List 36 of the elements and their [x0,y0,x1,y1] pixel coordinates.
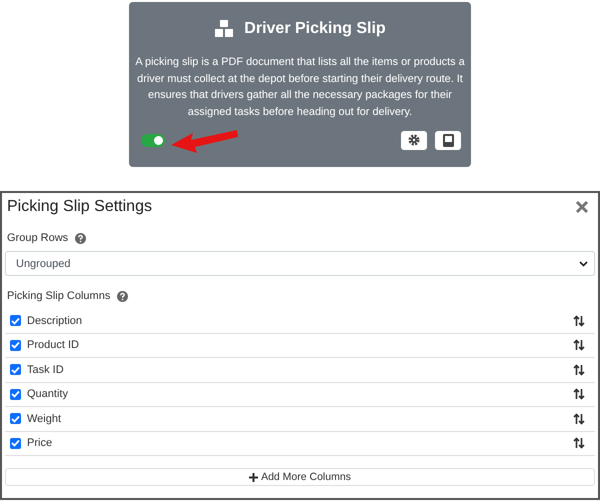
column-label: Price [27,437,54,450]
plus-icon [249,472,258,482]
toggle-switch[interactable] [141,134,165,146]
card-title: Driver Picking Slip [244,20,386,38]
help-icon [75,232,86,244]
checkbox[interactable] [10,388,21,400]
sort-icon[interactable] [573,314,585,327]
sort-icon[interactable] [573,437,585,450]
sort-icon[interactable] [573,339,585,352]
column-label: Product ID [27,339,80,352]
help-icon [117,290,128,302]
book-icon [442,134,454,146]
card-description: A picking slip is a PDF document that lists all the items or products a driver must collect at the depot before starting their delivery route. It ensures that drivers gather all the necessary packages for their assigned tasks before heading out for delivery. [135,55,465,120]
column-label: Quantity [27,388,69,400]
checkbox[interactable] [10,364,21,376]
add-columns-button[interactable]: Add More Columns [5,468,595,486]
column-label: Weight [27,412,62,425]
sort-icon[interactable] [573,412,585,425]
checkbox[interactable] [10,413,21,424]
settings-button[interactable] [401,130,427,150]
gear-icon [408,134,420,146]
close-icon[interactable] [575,200,589,214]
field-label: Picking Slip Columns [7,290,110,302]
column-label: Task ID [27,364,65,376]
column-label: Description [27,314,84,327]
boxes-icon [214,20,234,38]
book-button[interactable] [435,130,461,150]
group-rows-select[interactable]: Ungrouped [5,251,595,276]
chevron-down-icon [579,260,588,266]
sort-icon[interactable] [573,388,585,400]
field-label: Group Rows [7,232,68,244]
checkbox[interactable] [10,340,21,351]
sort-icon[interactable] [573,364,585,376]
checkbox[interactable] [10,438,21,449]
dialog-title: Picking Slip Settings [7,198,152,216]
checkbox[interactable] [10,315,21,326]
